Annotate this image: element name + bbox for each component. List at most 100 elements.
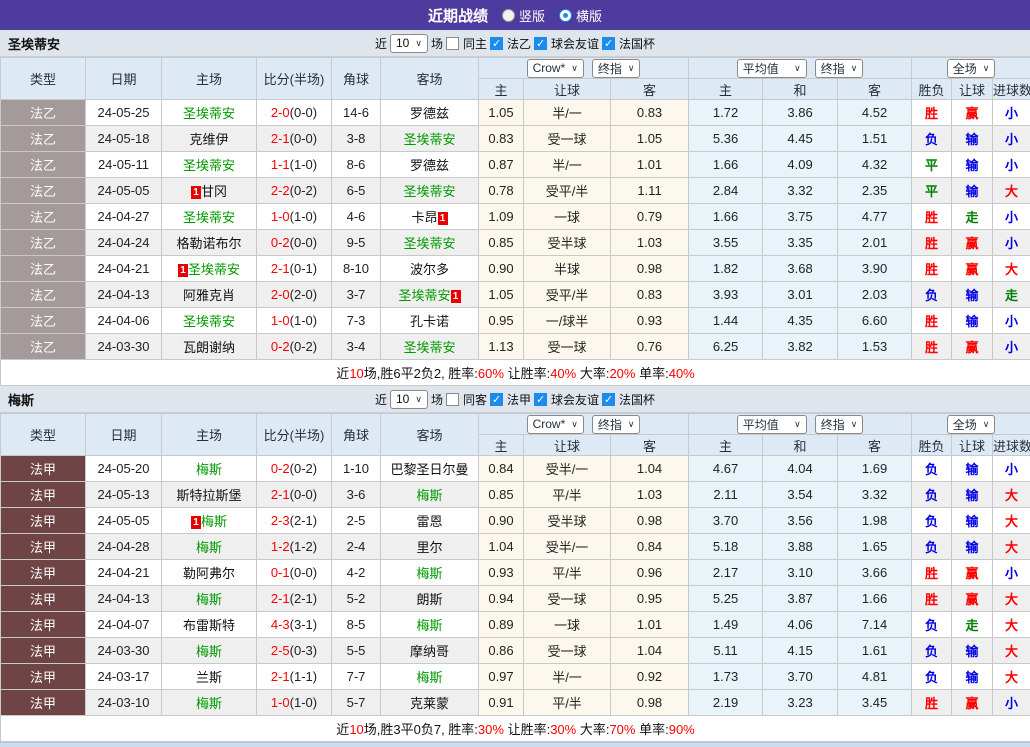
handicap-result-cell: 输 [952,482,993,508]
cup-label: 法国杯 [619,35,655,52]
team-name: 梅斯 [416,670,442,685]
league-checkbox[interactable] [490,393,503,406]
cup-label: 法国杯 [619,391,655,408]
team-name: 圣埃蒂安 [398,288,450,303]
same-venue-checkbox[interactable] [446,393,459,406]
fullmatch-select[interactable]: 全场 [947,415,996,434]
date-cell: 24-03-10 [86,690,162,716]
home-team-cell: 1梅斯 [162,508,257,534]
avg-final-select[interactable]: 终指 [815,415,864,434]
goals-result-cell: 大 [993,612,1030,638]
home-odds-cell: 0.93 [479,560,524,586]
corner-cell: 14-6 [332,100,381,126]
team-name: 里尔 [416,540,442,555]
team-name: 卡昂 [411,210,437,225]
avg-home-odds-cell: 1.73 [689,664,763,690]
away-team-cell: 巴黎圣日尔曼 [381,456,479,482]
friendly-checkbox[interactable] [534,393,547,406]
score-cell: 2-1(0-0) [257,126,332,152]
home-odds-cell: 1.13 [479,334,524,360]
fulltime-score: 1-1 [271,157,290,172]
avg-group-header: 平均值 终指 [689,58,912,79]
team-name: 圣埃蒂安 [188,262,240,277]
final-odds-value: 终指 [598,416,622,433]
corner-cell: 5-5 [332,638,381,664]
home-team-cell: 布雷斯特 [162,612,257,638]
home-team-cell: 勒阿弗尔 [162,560,257,586]
league-type-cell: 法甲 [1,638,86,664]
average-select[interactable]: 平均值 [737,59,807,78]
fulltime-score: 0-2 [271,461,290,476]
horizontal-layout-radio[interactable] [559,9,572,22]
league-type-cell: 法乙 [1,204,86,230]
home-team-cell: 圣埃蒂安 [162,152,257,178]
bookmaker-select[interactable]: Crow* [527,59,584,78]
winlose-result-cell: 胜 [912,204,952,230]
avg-home-odds-cell: 3.70 [689,508,763,534]
away-odds-cell: 0.83 [611,100,689,126]
away-odds-cell: 0.98 [611,508,689,534]
avg-draw-odds-cell: 3.35 [763,230,838,256]
goals-result-cell: 大 [993,664,1030,690]
final-odds-select[interactable]: 终指 [592,59,641,78]
handicap-result-cell: 赢 [952,690,993,716]
friendly-checkbox[interactable] [534,37,547,50]
home-team-cell: 瓦朗谢纳 [162,334,257,360]
average-select[interactable]: 平均值 [737,415,807,434]
halftime-score: (0-0) [290,565,317,580]
match-count-select[interactable]: 10 [390,34,428,53]
avg-home-odds-cell: 5.11 [689,638,763,664]
col-type: 类型 [1,58,86,100]
handicap-result-cell: 赢 [952,256,993,282]
winlose-result-cell: 胜 [912,100,952,126]
goals-result-cell: 小 [993,560,1030,586]
handicap-result-cell: 输 [952,508,993,534]
winlose-result-cell: 负 [912,612,952,638]
match-count-value: 10 [396,392,409,406]
avg-final-select[interactable]: 终指 [815,59,864,78]
match-count-select[interactable]: 10 [390,390,428,409]
team-name: 罗德兹 [410,158,449,173]
avg-home-odds-cell: 2.19 [689,690,763,716]
team-name: 孔卡诺 [410,314,449,329]
date-cell: 24-03-30 [86,334,162,360]
fulltime-score: 2-5 [271,643,290,658]
team-name: 波尔多 [410,262,449,277]
vertical-layout-radio[interactable] [502,9,515,22]
away-team-cell: 梅斯 [381,612,479,638]
halftime-score: (1-0) [290,157,317,172]
goals-result-cell: 小 [993,230,1030,256]
avg-away-odds-cell: 1.61 [838,638,912,664]
avg-draw-odds-cell: 3.87 [763,586,838,612]
summary-segment: 10 [349,722,363,737]
summary-segment: 30% [478,722,504,737]
league-checkbox[interactable] [490,37,503,50]
score-cell: 2-1(1-1) [257,664,332,690]
handicap-cell: 受平/半 [524,282,611,308]
same-venue-label: 同客 [463,391,487,408]
league-label: 法甲 [507,391,531,408]
date-cell: 24-05-05 [86,508,162,534]
corner-cell: 8-10 [332,256,381,282]
summary-segment: 60% [478,366,504,381]
avg-home-odds-cell: 1.82 [689,256,763,282]
winlose-result-cell: 胜 [912,334,952,360]
same-venue-checkbox[interactable] [446,37,459,50]
fullmatch-select[interactable]: 全场 [947,59,996,78]
summary-segment: 20% [609,366,635,381]
friendly-label: 球会友谊 [551,391,599,408]
cup-checkbox[interactable] [602,393,615,406]
cup-checkbox[interactable] [602,37,615,50]
league-type-cell: 法乙 [1,100,86,126]
team-name: 梅斯 [416,618,442,633]
date-cell: 24-05-05 [86,178,162,204]
fulltime-score: 1-2 [271,539,290,554]
team-name: 罗德兹 [410,106,449,121]
avg-draw-odds-cell: 3.10 [763,560,838,586]
bookmaker-select[interactable]: Crow* [527,415,584,434]
col-odds-home: 主 [479,435,524,456]
winlose-result-cell: 胜 [912,690,952,716]
final-odds-select[interactable]: 终指 [592,415,641,434]
winlose-result-cell: 负 [912,638,952,664]
avg-away-odds-cell: 1.69 [838,456,912,482]
